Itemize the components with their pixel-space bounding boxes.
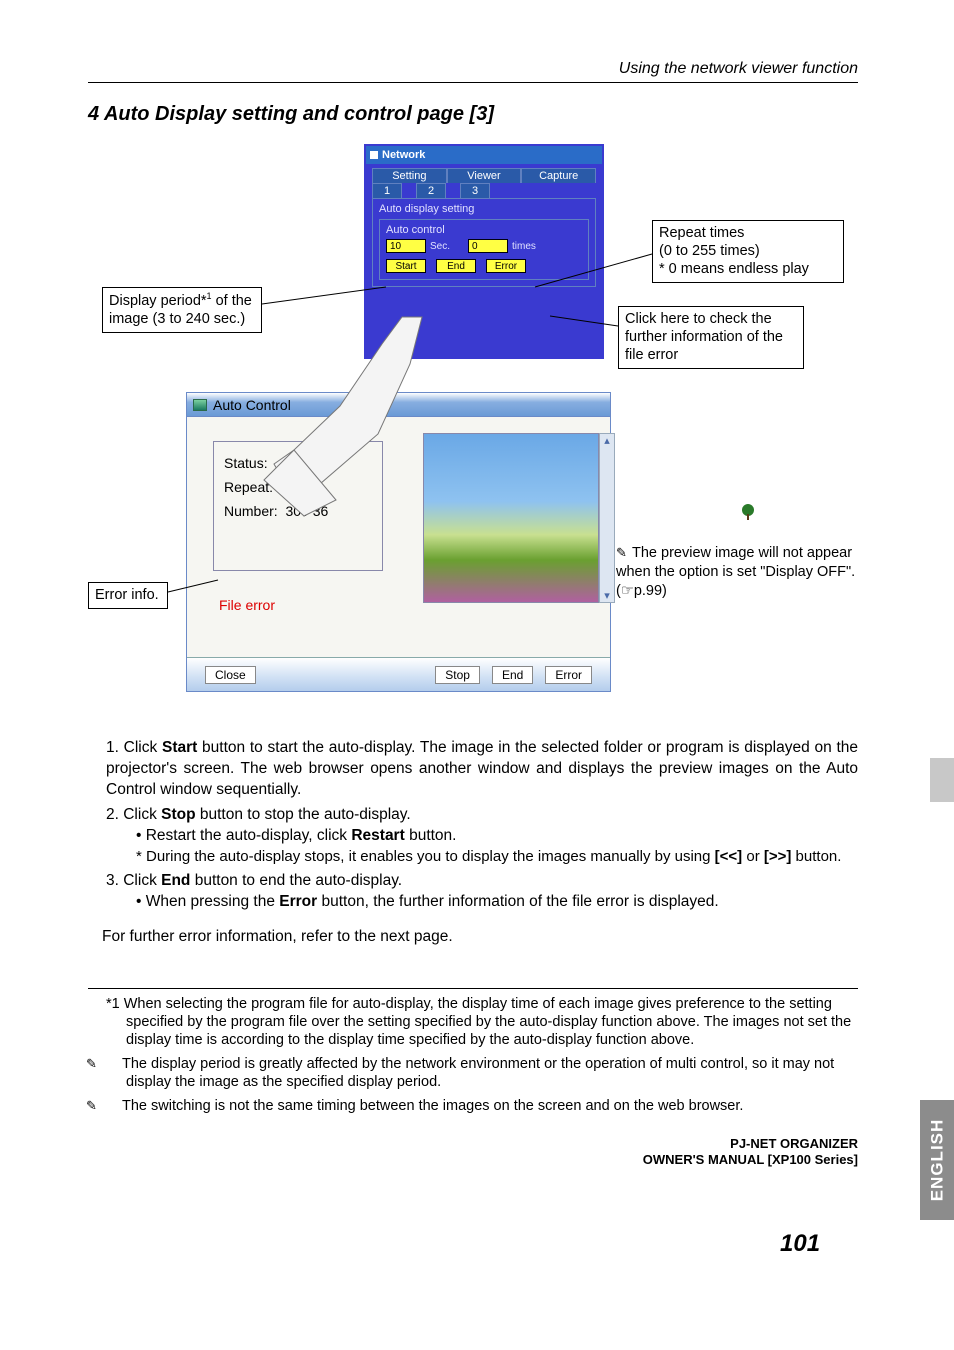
auto-control-button-bar: Close Stop End Error [187, 657, 610, 691]
repeat-times-input[interactable]: 0 [468, 239, 508, 253]
step-1: 1. Click Start button to start the auto-… [106, 738, 858, 801]
network-panel: Network Setting Viewer Capture 1 2 3 Aut… [364, 144, 604, 359]
t: • Restart the auto-display, click [136, 827, 351, 844]
window-icon [193, 399, 207, 411]
t: button. [791, 848, 841, 865]
t: 2. Click [106, 806, 161, 823]
error-button-ac[interactable]: Error [545, 666, 592, 684]
error-bold: Error [279, 893, 317, 910]
footnote-3: ✎The switching is not the same timing be… [106, 1097, 858, 1115]
tab-3[interactable]: 3 [460, 183, 490, 198]
footer-line2: OWNER'S MANUAL [XP100 Series] [643, 1152, 858, 1169]
section-number: 4 [88, 103, 99, 125]
preview-scrollbar[interactable]: ▴ ▾ [599, 433, 615, 603]
restart-bold: Restart [351, 827, 404, 844]
t: or [742, 848, 764, 865]
t: button, the further information of the f… [317, 893, 719, 910]
tree-icon [742, 504, 754, 520]
pencil-icon: ✎ [616, 545, 632, 562]
callout-click-error: Click here to check the further informat… [618, 306, 804, 369]
file-error-text: File error [219, 597, 275, 613]
prev-bold: [<<] [715, 848, 743, 865]
tab-setting[interactable]: Setting [372, 168, 447, 183]
network-titlebar: Network [366, 146, 602, 164]
window-icon [370, 151, 378, 159]
t: button to stop the auto-display. [196, 806, 411, 823]
start-bold: Start [162, 739, 197, 756]
instructions: 1. Click Start button to start the auto-… [88, 738, 858, 948]
pencil-icon: ✎ [106, 1056, 122, 1072]
t: button to end the auto-display. [190, 872, 402, 889]
scroll-up-icon[interactable]: ▴ [604, 434, 610, 447]
pencil-icon: ✎ [106, 1098, 122, 1114]
repeat-value: 1 [281, 479, 289, 495]
further-info: For further error information, refer to … [88, 927, 858, 948]
auto-control-titlebar: Auto Control [187, 393, 610, 417]
step-2: 2. Click Stop button to stop the auto-di… [106, 805, 858, 867]
error-button[interactable]: Error [486, 259, 526, 273]
t: * During the auto-display stops, it enab… [136, 848, 715, 865]
section-title-text: Auto Display setting and control page [3… [104, 103, 494, 125]
callout-repeat-times: Repeat times (0 to 255 times) * 0 means … [652, 220, 844, 283]
t: • When pressing the [136, 893, 279, 910]
t: 3. Click [106, 872, 161, 889]
callout-error-info: Error info. [88, 582, 168, 609]
display-period-input[interactable]: 10 [386, 239, 426, 253]
status-value: g.. [279, 455, 295, 471]
thumb-tab [930, 758, 954, 802]
tab-1[interactable]: 1 [372, 183, 402, 198]
network-title: Network [382, 149, 425, 161]
scroll-down-icon[interactable]: ▾ [604, 589, 610, 602]
step-3: 3. Click End button to end the auto-disp… [106, 871, 858, 913]
stop-button[interactable]: Stop [435, 666, 480, 684]
close-button[interactable]: Close [205, 666, 256, 684]
status-box: Status: g.. Repeat: 1 Number: 30 / 36 [213, 441, 383, 571]
next-bold: [>>] [764, 848, 792, 865]
footer-line1: PJ-NET ORGANIZER [643, 1136, 858, 1153]
language-text: ENGLISH [927, 1119, 947, 1202]
t: button to start the auto-display. The im… [106, 739, 858, 798]
footnote-2: ✎The display period is greatly affected … [106, 1055, 858, 1091]
running-head: Using the network viewer function [88, 60, 858, 83]
t: The display period is greatly affected b… [122, 1056, 834, 1090]
page-number: 101 [780, 1230, 820, 1258]
t: 1. Click [106, 739, 162, 756]
auto-control-label: Auto control [386, 224, 582, 236]
footnotes: *1 When selecting the program file for a… [88, 995, 858, 1116]
end-bold: End [161, 872, 190, 889]
language-tab: ENGLISH [920, 1100, 954, 1220]
section-title: 4 Auto Display setting and control page … [88, 103, 858, 126]
start-button[interactable]: Start [386, 259, 426, 273]
end-button-ac[interactable]: End [492, 666, 533, 684]
footnote-1: *1 When selecting the program file for a… [106, 995, 858, 1049]
auto-display-setting-label: Auto display setting [379, 203, 589, 215]
tab-2[interactable]: 2 [416, 183, 446, 198]
page-footer: PJ-NET ORGANIZER OWNER'S MANUAL [XP100 S… [643, 1136, 858, 1170]
footnote-rule [88, 988, 858, 989]
callout-display-period: Display period*1 of the image (3 to 240 … [102, 287, 262, 333]
callout-text: Display period* [109, 293, 207, 309]
sidenote-text: The preview image will not appear when t… [616, 545, 855, 599]
status-label: Status: [224, 455, 268, 471]
number-label: Number: [224, 503, 278, 519]
t: button. [405, 827, 457, 844]
number-value: 30 / 36 [285, 503, 328, 519]
t: The switching is not the same timing bet… [122, 1098, 743, 1114]
diagram-area: Display period*1 of the image (3 to 240 … [88, 144, 858, 734]
stop-bold: Stop [161, 806, 195, 823]
auto-control-title: Auto Control [213, 397, 291, 413]
preview-off-note: ✎The preview image will not appear when … [616, 544, 856, 601]
tab-viewer[interactable]: Viewer [447, 168, 522, 183]
repeat-label: Repeat: [224, 479, 273, 495]
tab-capture[interactable]: Capture [521, 168, 596, 183]
end-button[interactable]: End [436, 259, 476, 273]
preview-image [423, 433, 599, 603]
times-unit: times [512, 241, 536, 252]
sec-unit: Sec. [430, 241, 450, 252]
auto-control-window: Auto Control Status: g.. Repeat: 1 Numbe… [186, 392, 611, 692]
